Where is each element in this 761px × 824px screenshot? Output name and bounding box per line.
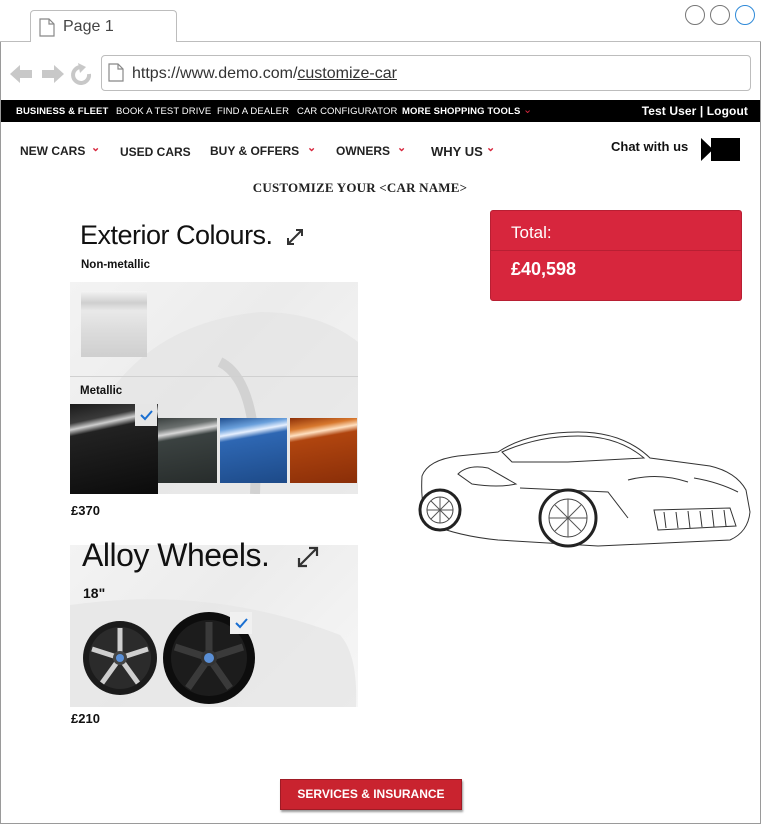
tab-label: Page 1 <box>63 18 114 35</box>
nav-owners[interactable]: OWNERS <box>336 144 390 158</box>
window-close-button[interactable] <box>735 5 755 25</box>
browser-tab[interactable]: Page 1 <box>30 10 177 42</box>
metallic-label: Metallic <box>80 385 123 397</box>
wheel-option-silver[interactable] <box>81 619 159 697</box>
chevron-down-icon: ⌄ <box>307 142 317 154</box>
exterior-colours-title: Exterior Colours. <box>80 220 273 250</box>
topnav-car-configurator[interactable]: CAR CONFIGURATOR <box>297 106 397 117</box>
non-metallic-label: Non-metallic <box>81 259 151 271</box>
chat-link[interactable]: Chat with us <box>611 139 688 154</box>
page-icon <box>108 63 124 82</box>
swatch-metallic-orange[interactable] <box>290 418 357 483</box>
exterior-price: £370 <box>71 503 100 518</box>
selected-check <box>230 612 252 634</box>
chevron-down-icon: ⌄ <box>397 142 407 154</box>
total-divider <box>491 250 741 251</box>
chevron-down-icon: ⌄ <box>486 142 496 154</box>
total-label: Total: <box>511 223 552 242</box>
nav-why-us[interactable]: WHY US <box>431 144 483 159</box>
browser-nav-controls <box>10 63 92 85</box>
topnav-business-fleet[interactable]: BUSINESS & FLEET <box>16 106 108 117</box>
wheel-size-label: 18" <box>83 585 106 601</box>
rear-wheel <box>418 488 462 532</box>
expand-icon[interactable] <box>297 546 319 568</box>
topnav-find-dealer[interactable]: FIND A DEALER <box>217 106 289 117</box>
user-logout-link[interactable]: Test User | Logout <box>642 104 748 118</box>
swatch-non-metallic-white[interactable] <box>81 291 147 357</box>
refresh-icon[interactable] <box>71 63 92 85</box>
swatch-metallic-grey[interactable] <box>158 418 217 483</box>
services-insurance-button[interactable]: SERVICES & INSURANCE <box>280 779 462 810</box>
chevron-down-icon: ⌄ <box>91 142 101 154</box>
front-wheel <box>538 488 598 548</box>
back-icon[interactable] <box>10 65 32 83</box>
forward-icon[interactable] <box>42 65 64 83</box>
alloy-wheels-title: Alloy Wheels. <box>82 537 270 573</box>
url-path: customize-car <box>297 65 397 82</box>
tab-strip: Page 1 <box>0 0 761 42</box>
section-divider <box>70 376 358 377</box>
window-minimize-button[interactable] <box>685 5 705 25</box>
address-bar[interactable]: https://www.demo.com/customize-car <box>101 55 751 91</box>
nav-buy-offers[interactable]: BUY & OFFERS <box>210 144 299 158</box>
top-utility-nav: BUSINESS & FLEET BOOK A TEST DRIVE FIND … <box>1 100 760 122</box>
video-camera-icon[interactable] <box>701 137 741 162</box>
total-value: £40,598 <box>511 259 577 279</box>
window-maximize-button[interactable] <box>710 5 730 25</box>
nav-new-cars[interactable]: NEW CARS <box>20 144 85 158</box>
checkmark-icon <box>235 618 248 629</box>
topnav-more-shopping-tools[interactable]: MORE SHOPPING TOOLS <box>402 106 520 117</box>
chevron-down-icon: ⌄ <box>523 104 533 116</box>
topnav-book-test-drive[interactable]: BOOK A TEST DRIVE <box>116 106 211 117</box>
page-icon <box>39 18 55 37</box>
selected-check <box>135 404 157 426</box>
expand-icon[interactable] <box>286 228 304 246</box>
url-text[interactable]: https://www.demo.com/customize-car <box>132 65 397 83</box>
swatch-metallic-blue[interactable] <box>220 418 287 483</box>
wheels-price: £210 <box>71 711 100 726</box>
url-prefix: https://www.demo.com/ <box>132 65 298 82</box>
car-sketch-image <box>418 431 751 548</box>
total-price-panel: Total: £40,598 <box>490 210 742 301</box>
nav-used-cars[interactable]: USED CARS <box>120 145 191 159</box>
page-title: CUSTOMIZE YOUR <CAR NAME> <box>252 180 468 195</box>
checkmark-icon <box>140 410 153 421</box>
